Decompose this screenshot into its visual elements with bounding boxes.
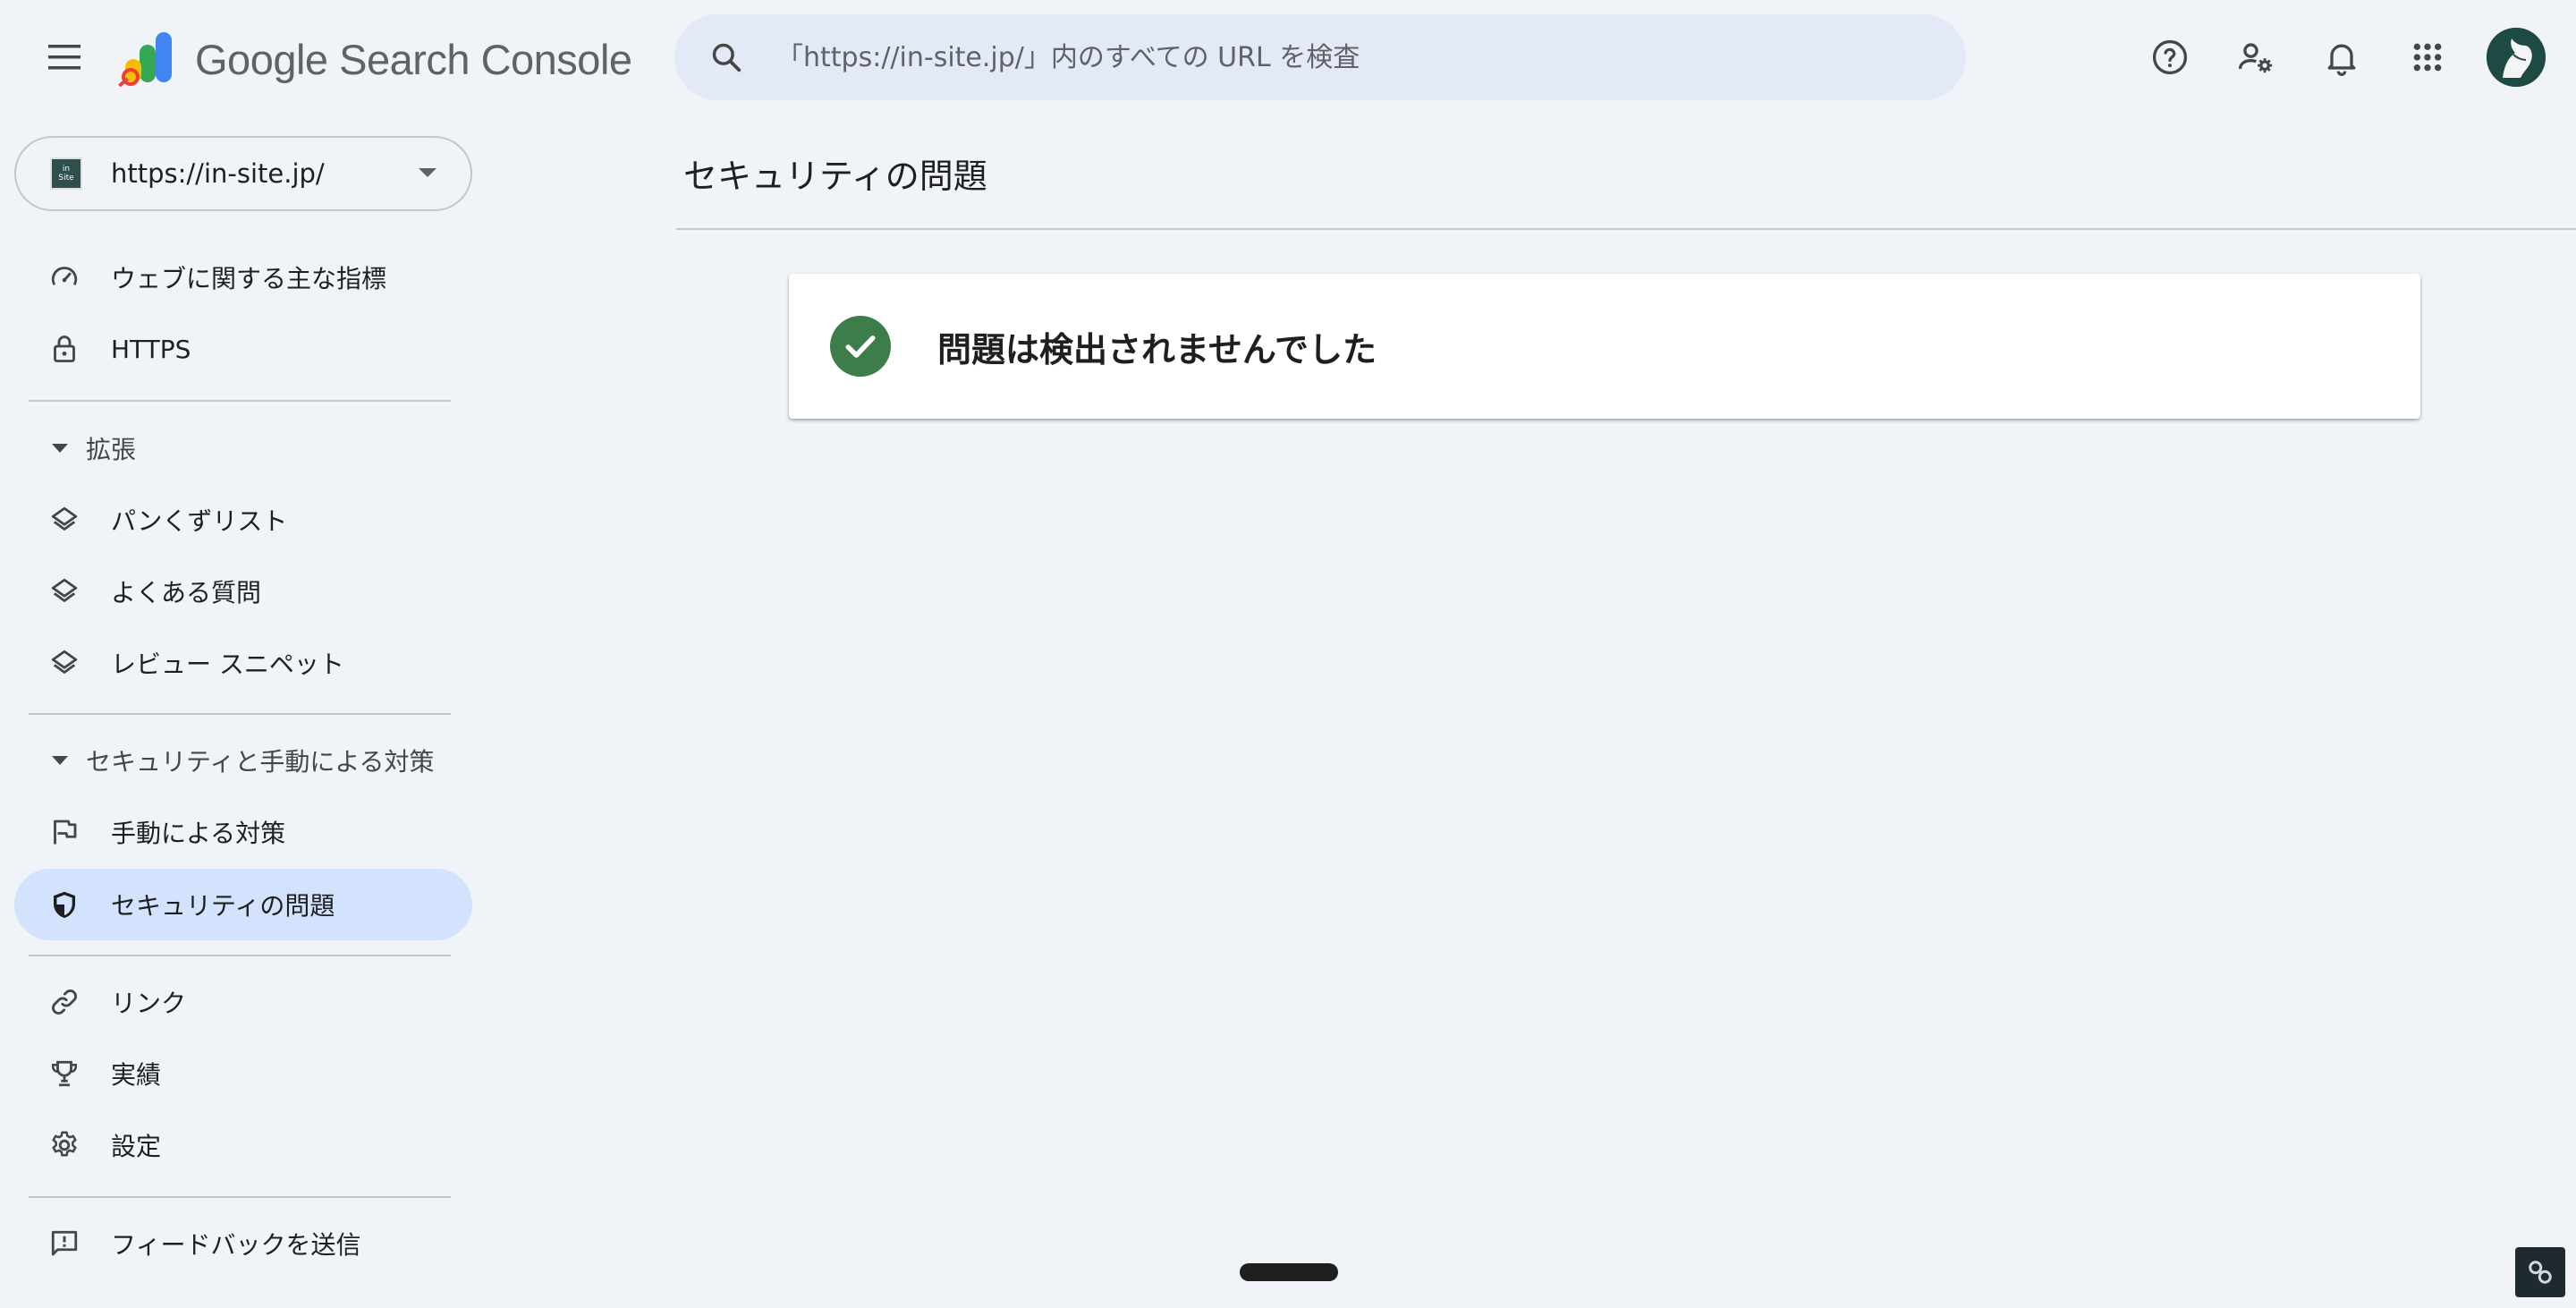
sidebar-item-label: 手動による対策 <box>111 819 286 848</box>
sidebar-divider <box>29 400 451 402</box>
link-icon <box>47 984 82 1020</box>
sidebar-section-label: 拡張 <box>86 435 137 464</box>
layers-icon <box>47 573 82 609</box>
url-inspection-search[interactable] <box>674 14 1966 100</box>
account-avatar[interactable] <box>2487 28 2546 87</box>
status-message: 問題は検出されませんでした <box>937 329 1377 369</box>
sidebar-divider <box>29 713 451 715</box>
search-icon <box>707 38 746 77</box>
section-caret-icon <box>52 756 68 765</box>
sidebar-item-core-web-vitals[interactable]: ウェブに関する主な指標 <box>14 242 472 313</box>
check-circle-icon <box>830 316 891 377</box>
main-menu-button[interactable] <box>39 34 89 81</box>
sidebar-item-https[interactable]: HTTPS <box>14 313 472 385</box>
sidebar-item-label: フィードバックを送信 <box>111 1230 361 1260</box>
search-console-logo[interactable]: Google Search Console <box>118 30 632 88</box>
dropdown-caret-icon <box>419 168 436 177</box>
search-console-logo-icon <box>118 32 172 88</box>
profile-picture-icon <box>2487 28 2546 87</box>
sidebar-item-breadcrumbs[interactable]: パンくずリスト <box>14 484 472 556</box>
sidebar-section-enhancements[interactable]: 拡張 <box>14 420 472 477</box>
sidebar-item-label: リンク <box>111 989 187 1018</box>
sidebar-item-label: HTTPS <box>111 334 191 364</box>
sidebar-item-label: ウェブに関する主な指標 <box>111 264 387 293</box>
shield-icon <box>47 887 82 922</box>
sidebar-section-label: セキュリティと手動による対策 <box>86 747 435 777</box>
drag-handle[interactable] <box>1240 1263 1338 1281</box>
sidebar-divider <box>29 1196 451 1198</box>
flag-icon <box>47 814 82 850</box>
trophy-icon <box>47 1056 82 1091</box>
sidebar-divider <box>29 955 451 956</box>
header-actions <box>2140 27 2458 88</box>
chain-link-icon <box>2529 1261 2552 1284</box>
feedback-icon <box>47 1226 82 1261</box>
notifications-button[interactable] <box>2311 27 2372 88</box>
gear-icon <box>47 1127 82 1163</box>
sidebar-section-security-manual-actions[interactable]: セキュリティと手動による対策 <box>14 732 472 789</box>
speed-gauge-icon <box>47 259 82 295</box>
property-selector[interactable]: in Site https://in-site.jp/ <box>14 136 472 211</box>
property-favicon: in Site <box>50 157 82 190</box>
sidebar-item-links[interactable]: リンク <box>14 966 472 1038</box>
app-name: Google Search Console <box>195 35 632 83</box>
sidebar-item-label: 設定 <box>111 1132 162 1161</box>
property-url: https://in-site.jp/ <box>111 158 325 189</box>
sidebar-item-review-snippets[interactable]: レビュー スニペット <box>14 627 472 699</box>
users-and-permissions-button[interactable] <box>2225 27 2286 88</box>
sidebar-item-send-feedback[interactable]: フィードバックを送信 <box>14 1208 472 1279</box>
layers-icon <box>47 645 82 681</box>
security-status-card: 問題は検出されませんでした <box>789 274 2420 419</box>
hamburger-menu-icon <box>48 45 80 70</box>
sidebar-item-label: パンくずリスト <box>111 506 288 536</box>
layers-icon <box>47 502 82 538</box>
section-caret-icon <box>52 444 68 453</box>
sidebar-item-label: よくある質問 <box>111 578 262 607</box>
manage-users-icon <box>2238 43 2273 73</box>
notifications-icon <box>2327 44 2356 76</box>
extension-widget-button[interactable] <box>2515 1247 2565 1297</box>
apps-grid-icon <box>2413 43 2442 72</box>
sidebar-item-achievements[interactable]: 実績 <box>14 1038 472 1109</box>
google-apps-button[interactable] <box>2397 27 2458 88</box>
title-divider <box>676 228 2576 230</box>
sidebar-item-label: 実績 <box>111 1060 162 1090</box>
sidebar-item-manual-actions[interactable]: 手動による対策 <box>14 796 472 868</box>
top-app-bar: Google Search Console <box>0 0 2576 115</box>
page-title: セキュリティの問題 <box>683 157 987 196</box>
sidebar-item-faq[interactable]: よくある質問 <box>14 556 472 627</box>
help-button[interactable] <box>2140 27 2200 88</box>
url-inspection-input[interactable] <box>776 30 1966 84</box>
sidebar-item-label: レビュー スニペット <box>111 650 344 679</box>
lock-icon <box>47 331 82 367</box>
sidebar-item-label: セキュリティの問題 <box>111 891 335 921</box>
help-icon <box>2152 39 2188 75</box>
sidebar-item-settings[interactable]: 設定 <box>14 1109 472 1181</box>
sidebar-item-security-issues[interactable]: セキュリティの問題 <box>14 869 472 940</box>
